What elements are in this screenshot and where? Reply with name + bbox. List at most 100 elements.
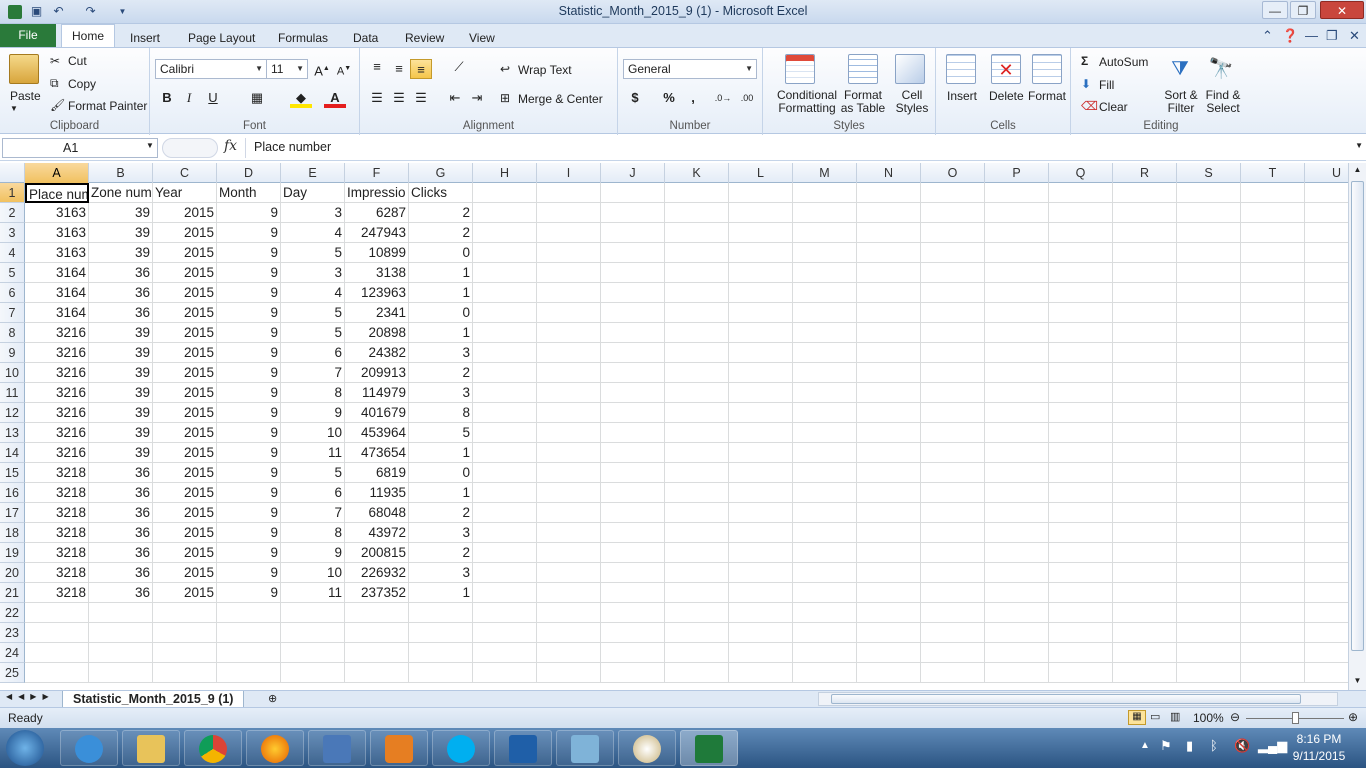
cell[interactable] bbox=[665, 623, 729, 643]
cell[interactable]: 6 bbox=[281, 483, 345, 503]
row-header[interactable]: 4 bbox=[0, 243, 25, 263]
tab-home[interactable]: Home bbox=[61, 24, 115, 48]
cell[interactable]: 5 bbox=[281, 463, 345, 483]
cell[interactable] bbox=[1241, 623, 1305, 643]
cell[interactable] bbox=[1305, 403, 1348, 423]
paste-dropdown-icon[interactable]: ▼ bbox=[10, 104, 18, 113]
cell[interactable] bbox=[921, 423, 985, 443]
cell[interactable]: 1 bbox=[409, 283, 473, 303]
cell[interactable] bbox=[1113, 543, 1177, 563]
cell[interactable]: 2015 bbox=[153, 423, 217, 443]
cell[interactable]: 7 bbox=[281, 503, 345, 523]
cell[interactable] bbox=[473, 383, 537, 403]
cell-styles-button[interactable]: Cell Styles bbox=[891, 89, 933, 115]
cell[interactable]: 3218 bbox=[25, 503, 89, 523]
sheet-nav-icons[interactable]: ◀◀▶▶ bbox=[6, 692, 55, 701]
cell[interactable] bbox=[281, 603, 345, 623]
paste-icon[interactable] bbox=[9, 54, 39, 84]
cell[interactable] bbox=[345, 603, 409, 623]
cell[interactable] bbox=[601, 443, 665, 463]
cell[interactable] bbox=[601, 383, 665, 403]
cell[interactable]: 2015 bbox=[153, 323, 217, 343]
cell[interactable] bbox=[985, 463, 1049, 483]
cell[interactable]: 39 bbox=[89, 203, 153, 223]
align-top-icon[interactable]: ≡ bbox=[366, 57, 388, 77]
decrease-decimal-icon[interactable]: .00 bbox=[736, 88, 758, 108]
cell[interactable]: 2015 bbox=[153, 223, 217, 243]
column-header[interactable]: I bbox=[537, 163, 601, 183]
cell[interactable] bbox=[793, 483, 857, 503]
cell[interactable] bbox=[473, 323, 537, 343]
cell[interactable]: 2 bbox=[409, 223, 473, 243]
cell[interactable] bbox=[1177, 343, 1241, 363]
cell[interactable]: 9 bbox=[217, 543, 281, 563]
row-header[interactable]: 6 bbox=[0, 283, 25, 303]
collapse-ribbon-icon[interactable]: ⌃ bbox=[1262, 28, 1273, 44]
cell[interactable]: 39 bbox=[89, 443, 153, 463]
cell[interactable] bbox=[793, 203, 857, 223]
cell[interactable] bbox=[857, 223, 921, 243]
cell[interactable] bbox=[857, 383, 921, 403]
sort-filter-button[interactable]: Sort & Filter bbox=[1159, 89, 1203, 115]
cell[interactable]: 9 bbox=[217, 483, 281, 503]
cell[interactable] bbox=[793, 363, 857, 383]
copy-icon[interactable]: ⧉ bbox=[50, 76, 59, 91]
cell[interactable] bbox=[857, 303, 921, 323]
insert-function-icon[interactable]: fx bbox=[224, 138, 237, 154]
cell[interactable] bbox=[1241, 463, 1305, 483]
cell[interactable]: 2 bbox=[409, 203, 473, 223]
grow-font-icon[interactable]: A▲ bbox=[311, 59, 333, 79]
cell[interactable] bbox=[1177, 543, 1241, 563]
cell[interactable] bbox=[473, 463, 537, 483]
cell[interactable] bbox=[1113, 563, 1177, 583]
cell[interactable] bbox=[1049, 423, 1113, 443]
cell[interactable] bbox=[857, 443, 921, 463]
cell[interactable] bbox=[1113, 603, 1177, 623]
cell[interactable] bbox=[473, 243, 537, 263]
horizontal-scrollbar[interactable] bbox=[818, 692, 1338, 706]
cell[interactable] bbox=[985, 643, 1049, 663]
cell[interactable] bbox=[1305, 283, 1348, 303]
cell[interactable] bbox=[1113, 383, 1177, 403]
cell[interactable]: 3216 bbox=[25, 443, 89, 463]
cell[interactable] bbox=[153, 623, 217, 643]
cell[interactable] bbox=[1049, 343, 1113, 363]
cell[interactable] bbox=[601, 303, 665, 323]
zoom-level[interactable]: 100% bbox=[1193, 711, 1224, 725]
cell[interactable]: 8 bbox=[281, 383, 345, 403]
cell[interactable] bbox=[665, 323, 729, 343]
cell[interactable] bbox=[793, 623, 857, 643]
column-header[interactable]: R bbox=[1113, 163, 1177, 183]
cell[interactable]: 3216 bbox=[25, 323, 89, 343]
cell[interactable] bbox=[729, 303, 793, 323]
cell[interactable]: 200815 bbox=[345, 543, 409, 563]
cell[interactable] bbox=[857, 323, 921, 343]
cell[interactable]: Month bbox=[217, 183, 281, 203]
conditional-formatting-button[interactable]: Conditional Formatting bbox=[769, 89, 845, 115]
cell[interactable] bbox=[537, 363, 601, 383]
cell[interactable]: 39 bbox=[89, 243, 153, 263]
cell[interactable]: 3 bbox=[281, 263, 345, 283]
underline-button[interactable]: U bbox=[202, 88, 224, 108]
cell[interactable] bbox=[1305, 503, 1348, 523]
tab-review[interactable]: Review bbox=[405, 28, 444, 48]
cell[interactable] bbox=[1177, 423, 1241, 443]
delete-cells-icon[interactable]: ✕ bbox=[991, 54, 1021, 84]
cell[interactable] bbox=[1113, 503, 1177, 523]
cell[interactable]: 6819 bbox=[345, 463, 409, 483]
cell[interactable]: 9 bbox=[217, 243, 281, 263]
cell[interactable]: 3 bbox=[409, 343, 473, 363]
cell[interactable] bbox=[1241, 603, 1305, 623]
bold-button[interactable]: B bbox=[156, 88, 178, 108]
column-header[interactable]: F bbox=[345, 163, 409, 183]
cell[interactable] bbox=[793, 383, 857, 403]
row-header[interactable]: 17 bbox=[0, 503, 25, 523]
cell[interactable] bbox=[857, 203, 921, 223]
cell[interactable] bbox=[601, 203, 665, 223]
cell[interactable] bbox=[985, 383, 1049, 403]
cell[interactable]: 1 bbox=[409, 443, 473, 463]
cell[interactable]: 9 bbox=[217, 503, 281, 523]
insert-sheet-icon[interactable]: ⊕ bbox=[268, 692, 277, 705]
cell[interactable] bbox=[1305, 643, 1348, 663]
cell[interactable] bbox=[537, 223, 601, 243]
